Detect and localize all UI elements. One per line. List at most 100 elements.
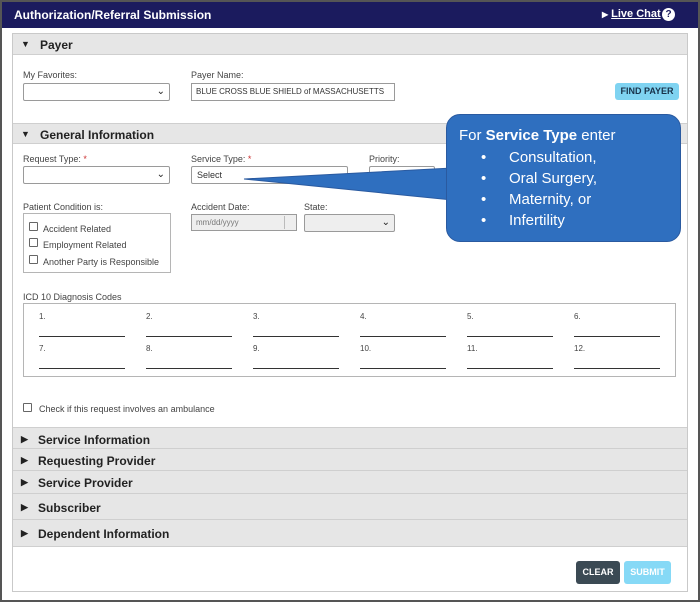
favorites-label: My Favorites:: [23, 70, 78, 80]
icd-code-2[interactable]: 2.: [146, 312, 232, 338]
icd-code-8[interactable]: 8.: [146, 344, 232, 370]
payer-section-header[interactable]: ▼ Payer: [13, 34, 687, 55]
icd-code-1[interactable]: 1.: [39, 312, 125, 338]
icd-code-6[interactable]: 6.: [574, 312, 660, 338]
help-icon[interactable]: ?: [662, 8, 675, 21]
accident-related-checkbox[interactable]: [29, 222, 38, 231]
callout-bold: Service Type: [485, 127, 578, 144]
accident-date-field[interactable]: mm/dd/yyyy: [191, 214, 297, 231]
icd-code-12[interactable]: 12.: [574, 344, 660, 370]
accident-date-placeholder: mm/dd/yyyy: [196, 218, 239, 227]
another-party-label: Another Party is Responsible: [43, 257, 160, 267]
callout-list: Consultation, Oral Surgery, Maternity, o…: [475, 147, 597, 231]
icd-code-7[interactable]: 7.: [39, 344, 125, 370]
employment-related-label: Employment Related: [43, 240, 127, 250]
requesting-provider-header[interactable]: ▶ Requesting Provider: [13, 449, 687, 471]
icd-code-number: 6.: [574, 312, 581, 321]
icd-codes-box: 1. 2. 3. 4. 5. 6. 7. 8. 9. 10. 11. 12.: [23, 303, 676, 377]
calendar-icon[interactable]: [284, 216, 294, 229]
chevron-down-icon: ⌄: [381, 217, 390, 228]
caret-down-icon: ▼: [21, 39, 30, 49]
priority-label: Priority:: [369, 154, 400, 164]
payer-name-value: BLUE CROSS BLUE SHIELD of MASSACHUSETTS: [196, 87, 385, 96]
icd-code-number: 3.: [253, 312, 260, 321]
patient-condition-box: Accident Related Employment Related Anot…: [23, 213, 171, 273]
callout-item: Infertility: [475, 210, 597, 231]
icd-code-3[interactable]: 3.: [253, 312, 339, 338]
caret-right-icon: ▶: [21, 434, 28, 444]
state-select[interactable]: ⌄: [304, 214, 395, 232]
state-label: State:: [304, 202, 328, 212]
dependent-information-header[interactable]: ▶ Dependent Information: [13, 520, 687, 547]
icd-code-number: 10.: [360, 344, 372, 353]
callout-suffix: enter: [577, 127, 616, 144]
chevron-down-icon: ⌄: [156, 86, 165, 97]
employment-related-checkbox[interactable]: [29, 238, 38, 247]
icd-code-number: 7.: [39, 344, 46, 353]
icd-underline: [467, 368, 553, 369]
icd-underline: [574, 368, 660, 369]
title-bar: Authorization/Referral Submission ▶ Live …: [2, 2, 698, 28]
icd-code-10[interactable]: 10.: [360, 344, 446, 370]
payer-name-field[interactable]: BLUE CROSS BLUE SHIELD of MASSACHUSETTS: [191, 83, 395, 101]
request-type-select[interactable]: ⌄: [23, 166, 170, 184]
service-type-select[interactable]: Select ⌄: [191, 166, 348, 184]
service-type-value: Select: [197, 170, 223, 180]
icd-code-11[interactable]: 11.: [467, 344, 553, 370]
icd-code-number: 12.: [574, 344, 586, 353]
section-title: Dependent Information: [38, 527, 170, 541]
icd-underline: [39, 336, 125, 337]
callout-item: Oral Surgery,: [475, 168, 597, 189]
caret-right-icon: ▶: [21, 477, 28, 487]
icd-underline: [146, 336, 232, 337]
chevron-down-icon: ⌄: [156, 169, 165, 180]
icd-code-4[interactable]: 4.: [360, 312, 446, 338]
callout-item: Consultation,: [475, 147, 597, 168]
submit-button[interactable]: SUBMIT: [624, 561, 671, 584]
icd-underline: [360, 368, 446, 369]
live-chat-link[interactable]: ▶ Live Chat: [602, 8, 661, 20]
another-party-checkbox[interactable]: [29, 255, 38, 264]
service-information-header[interactable]: ▶ Service Information: [13, 427, 687, 449]
icd-underline: [253, 368, 339, 369]
icd-code-number: 5.: [467, 312, 474, 321]
live-chat-label: Live Chat: [611, 8, 661, 20]
request-type-label: Request Type: *: [23, 154, 87, 164]
priority-select[interactable]: ⌄: [369, 166, 435, 184]
icd-code-number: 11.: [467, 344, 478, 353]
icd-code-number: 8.: [146, 344, 153, 353]
icd-underline: [39, 368, 125, 369]
ambulance-checkbox[interactable]: [23, 403, 32, 412]
callout-prefix: For: [459, 127, 486, 144]
icd-code-5[interactable]: 5.: [467, 312, 553, 338]
icd-code-number: 1.: [39, 312, 46, 321]
find-payer-button[interactable]: FIND PAYER: [615, 83, 679, 100]
ambulance-label: Check if this request involves an ambula…: [39, 404, 215, 414]
instruction-callout: For Service Type enter Consultation, Ora…: [446, 114, 681, 242]
icd-underline: [467, 336, 553, 337]
icd-code-9[interactable]: 9.: [253, 344, 339, 370]
accident-related-label: Accident Related: [43, 224, 112, 234]
icd-code-number: 2.: [146, 312, 153, 321]
patient-condition-label: Patient Condition is:: [23, 202, 104, 212]
page-title: Authorization/Referral Submission: [14, 8, 212, 22]
icd-underline: [253, 336, 339, 337]
section-title: Subscriber: [38, 501, 101, 515]
service-provider-header[interactable]: ▶ Service Provider: [13, 471, 687, 494]
section-title: Service Provider: [38, 476, 133, 490]
required-mark: *: [247, 154, 252, 164]
payer-name-label: Payer Name:: [191, 70, 244, 80]
icd-underline: [360, 336, 446, 337]
required-mark: *: [83, 154, 87, 164]
section-title: Requesting Provider: [38, 454, 156, 468]
icd-underline: [574, 336, 660, 337]
chevron-down-icon: ⌄: [334, 169, 343, 180]
icd-label: ICD 10 Diagnosis Codes: [23, 292, 122, 302]
clear-button[interactable]: CLEAR: [576, 561, 620, 584]
general-section-title: General Information: [40, 128, 155, 142]
request-type-label-text: Request Type:: [23, 154, 81, 164]
play-icon: ▶: [602, 10, 609, 19]
favorites-select[interactable]: ⌄: [23, 83, 170, 101]
subscriber-header[interactable]: ▶ Subscriber: [13, 494, 687, 520]
section-title: Service Information: [38, 433, 151, 447]
